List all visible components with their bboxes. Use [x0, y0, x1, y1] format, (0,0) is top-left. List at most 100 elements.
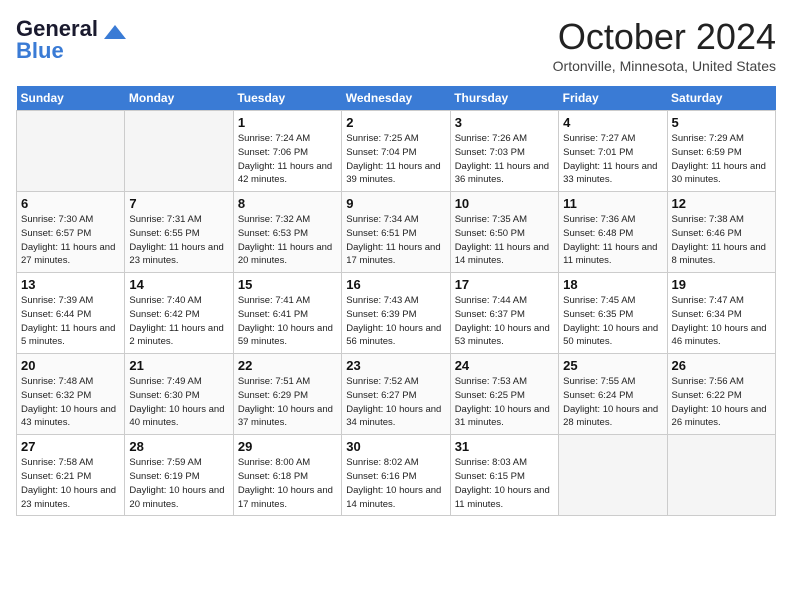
- day-number: 10: [455, 196, 554, 211]
- logo-general: General: [16, 16, 98, 41]
- day-info: Sunrise: 7:43 AMSunset: 6:39 PMDaylight:…: [346, 294, 445, 349]
- calendar-table: SundayMondayTuesdayWednesdayThursdayFrid…: [16, 86, 776, 516]
- calendar-cell: 14 Sunrise: 7:40 AMSunset: 6:42 PMDayligh…: [125, 273, 233, 354]
- day-number: 11: [563, 196, 662, 211]
- day-number: 24: [455, 358, 554, 373]
- day-info: Sunrise: 7:26 AMSunset: 7:03 PMDaylight:…: [455, 132, 554, 187]
- day-number: 23: [346, 358, 445, 373]
- calendar-cell: 11Sunrise: 7:36 AMSunset: 6:48 PMDayligh…: [559, 192, 667, 273]
- week-row-1: 1 Sunrise: 7:24 AMSunset: 7:06 PMDaylight…: [17, 111, 776, 192]
- calendar-cell: [667, 435, 775, 516]
- day-info: Sunrise: 7:39 AMSunset: 6:44 PMDaylight:…: [21, 294, 120, 349]
- day-number: 12: [672, 196, 771, 211]
- calendar-cell: 1 Sunrise: 7:24 AMSunset: 7:06 PMDaylight…: [233, 111, 341, 192]
- day-number: 6: [21, 196, 120, 211]
- day-number: 1: [238, 115, 337, 130]
- calendar-cell: 5 Sunrise: 7:29 AMSunset: 6:59 PMDaylight…: [667, 111, 775, 192]
- day-info: Sunrise: 8:00 AMSunset: 6:18 PMDaylight:…: [238, 456, 337, 511]
- calendar-cell: [17, 111, 125, 192]
- weekday-header-monday: Monday: [125, 86, 233, 111]
- day-info: Sunrise: 7:30 AMSunset: 6:57 PMDaylight:…: [21, 213, 120, 268]
- day-info: Sunrise: 7:35 AMSunset: 6:50 PMDaylight:…: [455, 213, 554, 268]
- calendar-cell: 25 Sunrise: 7:55 AMSunset: 6:24 PMDayligh…: [559, 354, 667, 435]
- day-number: 25: [563, 358, 662, 373]
- calendar-cell: 20 Sunrise: 7:48 AMSunset: 6:32 PMDayligh…: [17, 354, 125, 435]
- day-number: 20: [21, 358, 120, 373]
- day-info: Sunrise: 7:29 AMSunset: 6:59 PMDaylight:…: [672, 132, 771, 187]
- day-info: Sunrise: 7:58 AMSunset: 6:21 PMDaylight:…: [21, 456, 120, 511]
- day-number: 14: [129, 277, 228, 292]
- day-number: 22: [238, 358, 337, 373]
- week-row-4: 20 Sunrise: 7:48 AMSunset: 6:32 PMDayligh…: [17, 354, 776, 435]
- calendar-cell: 30 Sunrise: 8:02 AMSunset: 6:16 PMDayligh…: [342, 435, 450, 516]
- day-number: 15: [238, 277, 337, 292]
- calendar-cell: 16 Sunrise: 7:43 AMSunset: 6:39 PMDayligh…: [342, 273, 450, 354]
- day-number: 31: [455, 439, 554, 454]
- calendar-cell: 21 Sunrise: 7:49 AMSunset: 6:30 PMDayligh…: [125, 354, 233, 435]
- calendar-cell: 26 Sunrise: 7:56 AMSunset: 6:22 PMDayligh…: [667, 354, 775, 435]
- month-title: October 2024: [553, 16, 776, 58]
- day-info: Sunrise: 7:49 AMSunset: 6:30 PMDaylight:…: [129, 375, 228, 430]
- day-number: 29: [238, 439, 337, 454]
- calendar-cell: 15 Sunrise: 7:41 AMSunset: 6:41 PMDayligh…: [233, 273, 341, 354]
- day-number: 19: [672, 277, 771, 292]
- calendar-cell: 29 Sunrise: 8:00 AMSunset: 6:18 PMDayligh…: [233, 435, 341, 516]
- weekday-header-tuesday: Tuesday: [233, 86, 341, 111]
- day-info: Sunrise: 7:47 AMSunset: 6:34 PMDaylight:…: [672, 294, 771, 349]
- day-info: Sunrise: 7:41 AMSunset: 6:41 PMDaylight:…: [238, 294, 337, 349]
- day-info: Sunrise: 8:03 AMSunset: 6:15 PMDaylight:…: [455, 456, 554, 511]
- day-number: 5: [672, 115, 771, 130]
- calendar-cell: 12 Sunrise: 7:38 AMSunset: 6:46 PMDayligh…: [667, 192, 775, 273]
- day-info: Sunrise: 7:40 AMSunset: 6:42 PMDaylight:…: [129, 294, 228, 349]
- calendar-cell: [559, 435, 667, 516]
- title-block: October 2024 Ortonville, Minnesota, Unit…: [553, 16, 776, 74]
- day-number: 2: [346, 115, 445, 130]
- day-number: 8: [238, 196, 337, 211]
- day-number: 7: [129, 196, 228, 211]
- weekday-header-wednesday: Wednesday: [342, 86, 450, 111]
- day-number: 18: [563, 277, 662, 292]
- day-info: Sunrise: 7:55 AMSunset: 6:24 PMDaylight:…: [563, 375, 662, 430]
- calendar-cell: 28 Sunrise: 7:59 AMSunset: 6:19 PMDayligh…: [125, 435, 233, 516]
- day-info: Sunrise: 7:56 AMSunset: 6:22 PMDaylight:…: [672, 375, 771, 430]
- page-header: General Blue October 2024 Ortonville, Mi…: [16, 16, 776, 74]
- calendar-cell: 7 Sunrise: 7:31 AMSunset: 6:55 PMDaylight…: [125, 192, 233, 273]
- day-info: Sunrise: 8:02 AMSunset: 6:16 PMDaylight:…: [346, 456, 445, 511]
- day-number: 16: [346, 277, 445, 292]
- calendar-cell: 18 Sunrise: 7:45 AMSunset: 6:35 PMDayligh…: [559, 273, 667, 354]
- day-info: Sunrise: 7:31 AMSunset: 6:55 PMDaylight:…: [129, 213, 228, 268]
- week-row-3: 13Sunrise: 7:39 AMSunset: 6:44 PMDayligh…: [17, 273, 776, 354]
- logo-icon: [104, 25, 126, 39]
- day-info: Sunrise: 7:32 AMSunset: 6:53 PMDaylight:…: [238, 213, 337, 268]
- day-info: Sunrise: 7:38 AMSunset: 6:46 PMDaylight:…: [672, 213, 771, 268]
- calendar-cell: 31 Sunrise: 8:03 AMSunset: 6:15 PMDayligh…: [450, 435, 558, 516]
- calendar-cell: 17 Sunrise: 7:44 AMSunset: 6:37 PMDayligh…: [450, 273, 558, 354]
- day-number: 4: [563, 115, 662, 130]
- day-info: Sunrise: 7:45 AMSunset: 6:35 PMDaylight:…: [563, 294, 662, 349]
- day-info: Sunrise: 7:59 AMSunset: 6:19 PMDaylight:…: [129, 456, 228, 511]
- calendar-cell: 22Sunrise: 7:51 AMSunset: 6:29 PMDayligh…: [233, 354, 341, 435]
- calendar-cell: 10 Sunrise: 7:35 AMSunset: 6:50 PMDayligh…: [450, 192, 558, 273]
- day-info: Sunrise: 7:52 AMSunset: 6:27 PMDaylight:…: [346, 375, 445, 430]
- week-row-2: 6 Sunrise: 7:30 AMSunset: 6:57 PMDaylight…: [17, 192, 776, 273]
- day-info: Sunrise: 7:24 AMSunset: 7:06 PMDaylight:…: [238, 132, 337, 187]
- day-info: Sunrise: 7:48 AMSunset: 6:32 PMDaylight:…: [21, 375, 120, 430]
- day-number: 21: [129, 358, 228, 373]
- day-number: 26: [672, 358, 771, 373]
- day-info: Sunrise: 7:44 AMSunset: 6:37 PMDaylight:…: [455, 294, 554, 349]
- day-number: 30: [346, 439, 445, 454]
- location: Ortonville, Minnesota, United States: [553, 58, 776, 74]
- day-info: Sunrise: 7:27 AMSunset: 7:01 PMDaylight:…: [563, 132, 662, 187]
- day-number: 27: [21, 439, 120, 454]
- calendar-cell: 3Sunrise: 7:26 AMSunset: 7:03 PMDaylight…: [450, 111, 558, 192]
- day-number: 28: [129, 439, 228, 454]
- calendar-cell: 19 Sunrise: 7:47 AMSunset: 6:34 PMDayligh…: [667, 273, 775, 354]
- weekday-header-friday: Friday: [559, 86, 667, 111]
- weekday-header-saturday: Saturday: [667, 86, 775, 111]
- weekday-header-row: SundayMondayTuesdayWednesdayThursdayFrid…: [17, 86, 776, 111]
- calendar-cell: [125, 111, 233, 192]
- day-info: Sunrise: 7:53 AMSunset: 6:25 PMDaylight:…: [455, 375, 554, 430]
- day-number: 17: [455, 277, 554, 292]
- logo: General Blue: [16, 16, 126, 64]
- weekday-header-thursday: Thursday: [450, 86, 558, 111]
